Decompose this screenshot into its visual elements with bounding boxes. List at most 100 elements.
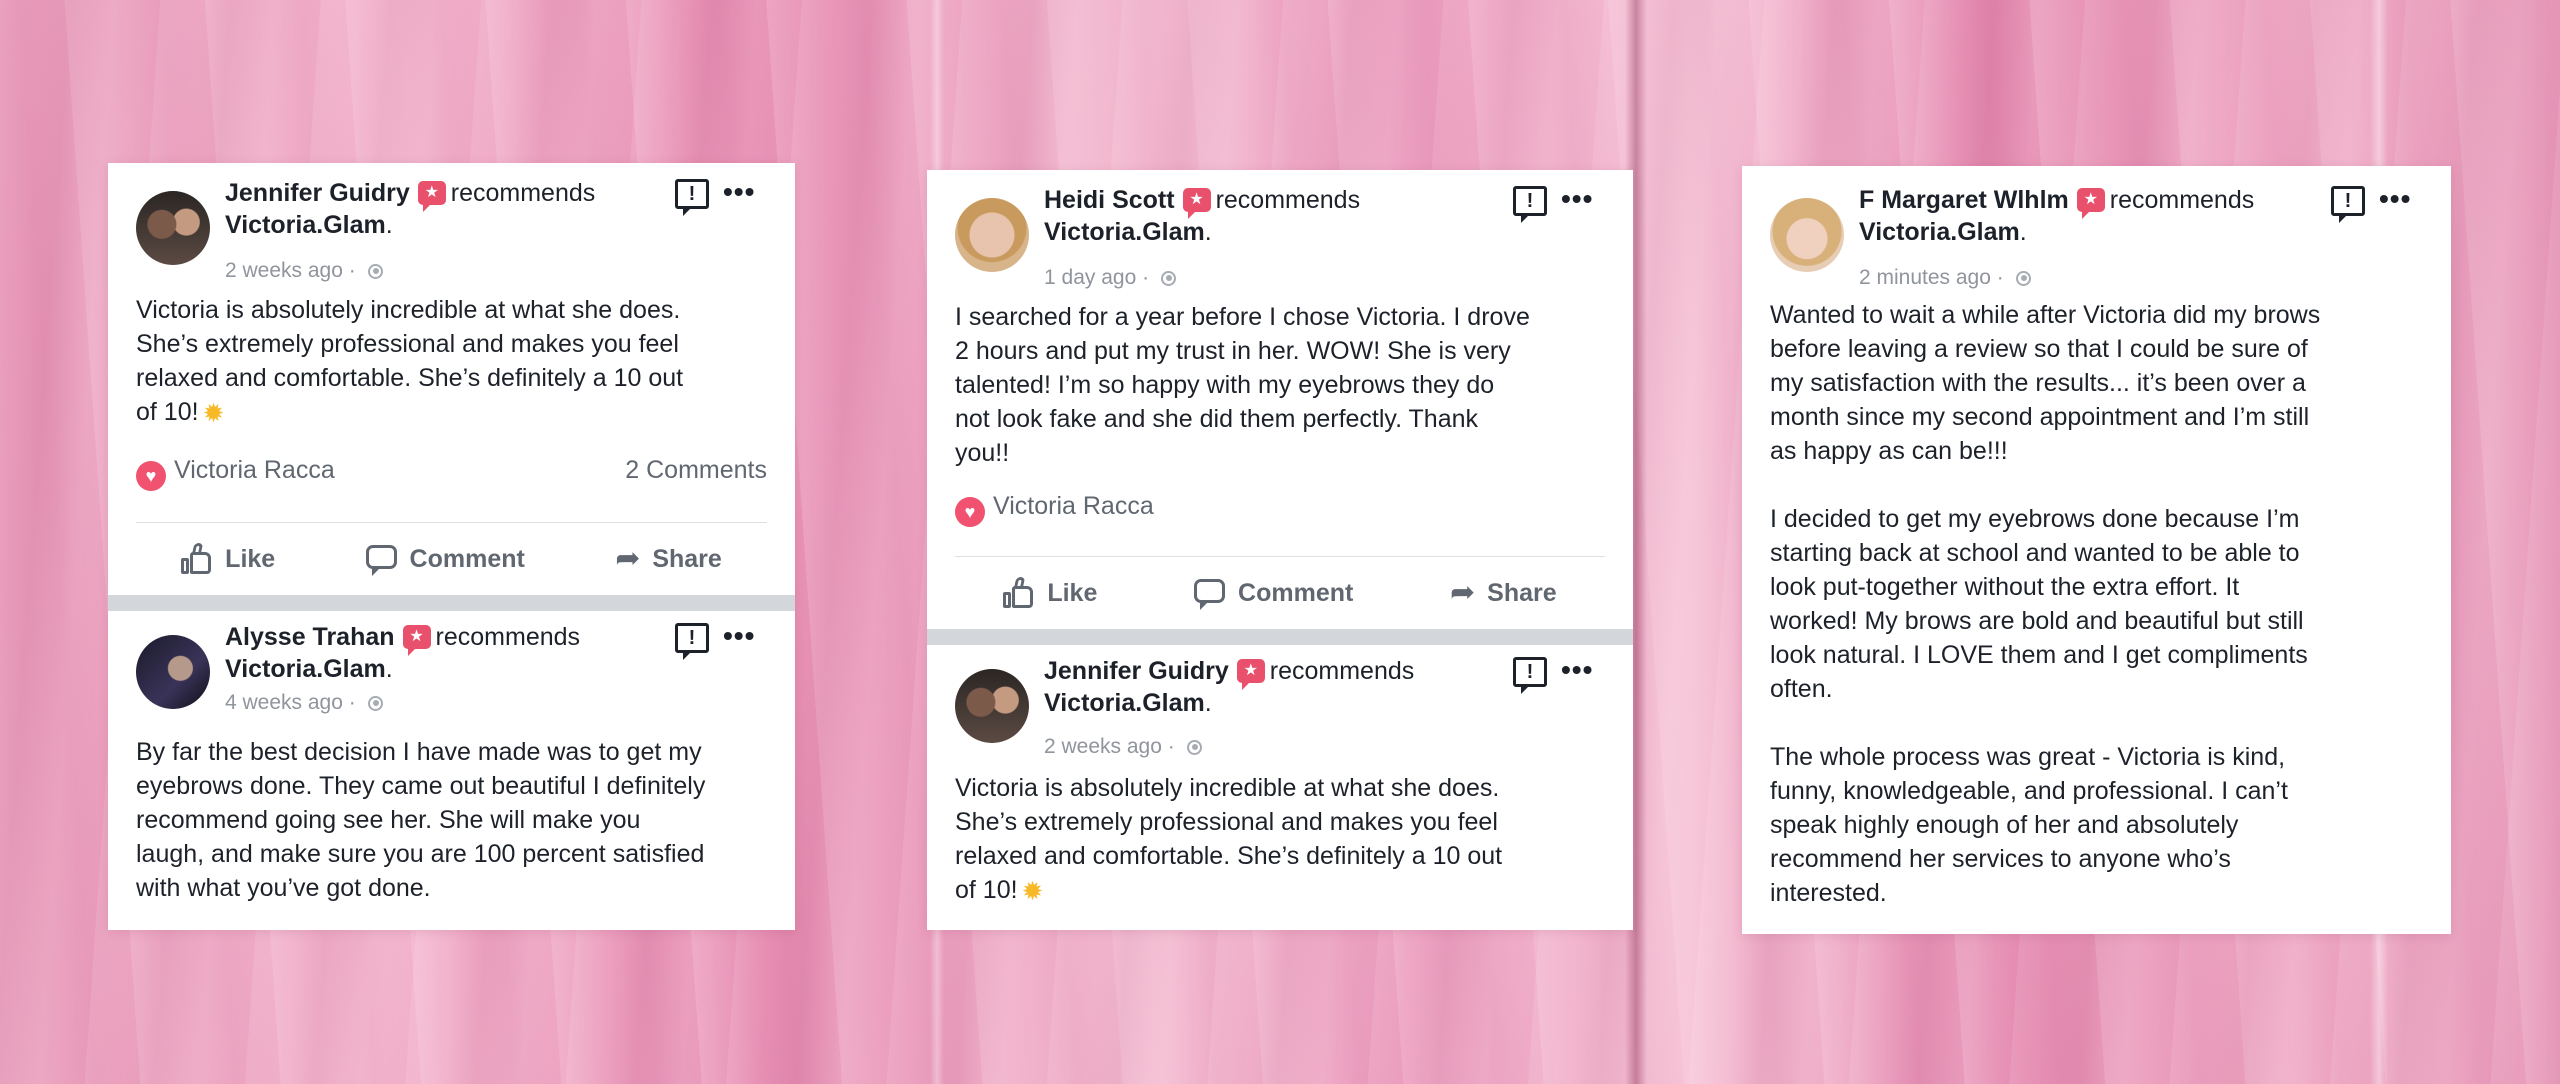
report-icon[interactable]: ! — [1513, 186, 1547, 223]
author-name[interactable]: Jennifer Guidry — [1044, 657, 1229, 685]
share-label: Share — [1487, 578, 1557, 607]
comment-button[interactable]: Comment — [1194, 578, 1354, 610]
like-button[interactable]: Like — [1003, 577, 1097, 609]
review-card-2: Heidi Scott ★ recommends Victoria.Glam. 1 … — [927, 170, 1633, 930]
recommends-label: recommends — [1215, 186, 1361, 214]
review-text: Victoria is absolutely incredible at wha… — [955, 774, 1503, 906]
post-time[interactable]: 2 weeks ago — [225, 259, 343, 282]
page-name-link[interactable]: Victoria.Glam — [225, 655, 386, 683]
like-label: Like — [225, 544, 276, 573]
post-meta: 4 weeks ago · — [225, 691, 383, 715]
author-line: Heidi Scott ★ recommends Victoria.Glam. — [1044, 186, 1361, 246]
review-post: Jennifer Guidry ★ recommends Victoria.Glam… — [108, 163, 795, 595]
author-line: Jennifer Guidry ★ recommends Victoria.Glam… — [225, 179, 596, 239]
comments-count[interactable]: 2 Comments — [625, 456, 767, 485]
recommend-flag-icon: ★ — [417, 181, 446, 212]
more-icon[interactable]: ••• — [723, 178, 755, 206]
post-header: Heidi Scott ★ recommends Victoria.Glam. 1 … — [955, 184, 1605, 289]
author-name[interactable]: F Margaret Wlhlm — [1859, 186, 2069, 214]
post-actions: Like Comment ➦ Share — [955, 556, 1605, 629]
report-icon[interactable]: ! — [2331, 186, 2365, 223]
post-time[interactable]: 4 weeks ago — [225, 691, 343, 714]
like-label: Like — [1047, 578, 1098, 607]
reactor-name[interactable]: Victoria Racca — [993, 492, 1154, 520]
report-icon[interactable]: ! — [1513, 657, 1547, 694]
avatar[interactable] — [955, 198, 1029, 272]
reactor-name[interactable]: Victoria Racca — [174, 456, 335, 484]
share-button[interactable]: ➦ Share — [615, 544, 722, 574]
review-post: Jennifer Guidry ★ recommends Victoria.Glam… — [927, 645, 1633, 908]
comment-label: Comment — [1238, 578, 1354, 607]
globe-icon — [367, 696, 383, 711]
sparkle-emoji: ✹ — [202, 398, 225, 428]
page: { "recommends_text": "recommends", "page… — [0, 0, 2560, 1084]
post-header: F Margaret Wlhlm ★ recommends Victoria.Gla… — [1770, 184, 2423, 289]
review-text: I searched for a year before I chose Vic… — [955, 303, 1530, 467]
like-button[interactable]: Like — [181, 543, 275, 575]
post-meta: 2 weeks ago · — [225, 259, 383, 283]
review-post: F Margaret Wlhlm ★ recommends Victoria.Gla… — [1742, 166, 2451, 910]
page-name-link[interactable]: Victoria.Glam — [1044, 689, 1205, 717]
author-line: F Margaret Wlhlm ★ recommends Victoria.Gla… — [1859, 186, 2255, 246]
review-card-3: F Margaret Wlhlm ★ recommends Victoria.Gla… — [1742, 166, 2451, 934]
more-icon[interactable]: ••• — [1561, 656, 1593, 684]
report-icon[interactable]: ! — [675, 179, 709, 216]
share-icon: ➦ — [1450, 576, 1476, 609]
author-name[interactable]: Heidi Scott — [1044, 186, 1175, 214]
more-icon[interactable]: ••• — [2379, 185, 2411, 213]
post-header: Jennifer Guidry ★ recommends Victoria.Glam… — [955, 655, 1605, 758]
author-name[interactable]: Jennifer Guidry — [225, 179, 410, 207]
post-controls: ! ••• — [1513, 656, 1605, 694]
post-divider — [927, 629, 1633, 645]
post-divider — [108, 595, 795, 611]
avatar[interactable] — [136, 191, 210, 265]
review-text: Wanted to wait a while after Victoria di… — [1770, 301, 2321, 907]
recommend-flag-icon: ★ — [2076, 188, 2105, 219]
post-controls: ! ••• — [675, 178, 767, 216]
recommends-label: recommends — [1269, 657, 1415, 685]
review-post: Heidi Scott ★ recommends Victoria.Glam. 1 … — [927, 170, 1633, 629]
recommend-flag-icon: ★ — [1236, 659, 1265, 690]
author-line: Alysse Trahan ★ recommends Victoria.Glam. — [225, 623, 581, 683]
recommends-label: recommends — [435, 623, 581, 651]
post-controls: ! ••• — [2331, 185, 2423, 223]
avatar[interactable] — [136, 635, 210, 709]
post-time[interactable]: 2 minutes ago — [1859, 266, 1991, 289]
comment-icon — [365, 545, 398, 576]
report-icon[interactable]: ! — [675, 623, 709, 660]
comment-button[interactable]: Comment — [365, 544, 525, 576]
share-label: Share — [652, 544, 722, 573]
post-time[interactable]: 2 weeks ago — [1044, 735, 1162, 758]
globe-icon — [2015, 271, 2031, 286]
share-button[interactable]: ➦ Share — [1450, 578, 1557, 608]
more-icon[interactable]: ••• — [1561, 185, 1593, 213]
author-line: Jennifer Guidry ★ recommends Victoria.Glam… — [1044, 657, 1415, 717]
post-meta: 2 weeks ago · — [1044, 735, 1202, 759]
heart-icon: ♥ — [136, 461, 166, 491]
review-card-1: Jennifer Guidry ★ recommends Victoria.Glam… — [108, 163, 795, 930]
like-icon — [1003, 577, 1035, 609]
globe-icon — [1160, 271, 1176, 286]
post-header: Jennifer Guidry ★ recommends Victoria.Glam… — [136, 177, 767, 282]
reaction-summary: ♥ Victoria Racca — [955, 492, 1605, 538]
post-actions: Like Comment ➦ Share — [136, 522, 767, 595]
more-icon[interactable]: ••• — [723, 622, 755, 650]
avatar[interactable] — [1770, 198, 1844, 272]
author-name[interactable]: Alysse Trahan — [225, 623, 395, 651]
page-name-link[interactable]: Victoria.Glam — [225, 211, 386, 239]
post-meta: 1 day ago · — [1044, 266, 1176, 290]
post-time[interactable]: 1 day ago — [1044, 266, 1136, 289]
post-controls: ! ••• — [1513, 185, 1605, 223]
comment-label: Comment — [409, 544, 525, 573]
reaction-summary: ♥ Victoria Racca 2 Comments — [136, 456, 767, 502]
review-text: By far the best decision I have made was… — [136, 738, 706, 902]
recommends-label: recommends — [2109, 186, 2255, 214]
review-text: Victoria is absolutely incredible at wha… — [136, 296, 684, 428]
page-name-link[interactable]: Victoria.Glam — [1859, 218, 2020, 246]
review-post: Alysse Trahan ★ recommends Victoria.Glam. … — [108, 611, 795, 905]
avatar[interactable] — [955, 669, 1029, 743]
like-icon — [181, 543, 213, 575]
post-header: Alysse Trahan ★ recommends Victoria.Glam. … — [136, 621, 767, 714]
globe-icon — [1186, 740, 1202, 755]
page-name-link[interactable]: Victoria.Glam — [1044, 218, 1205, 246]
